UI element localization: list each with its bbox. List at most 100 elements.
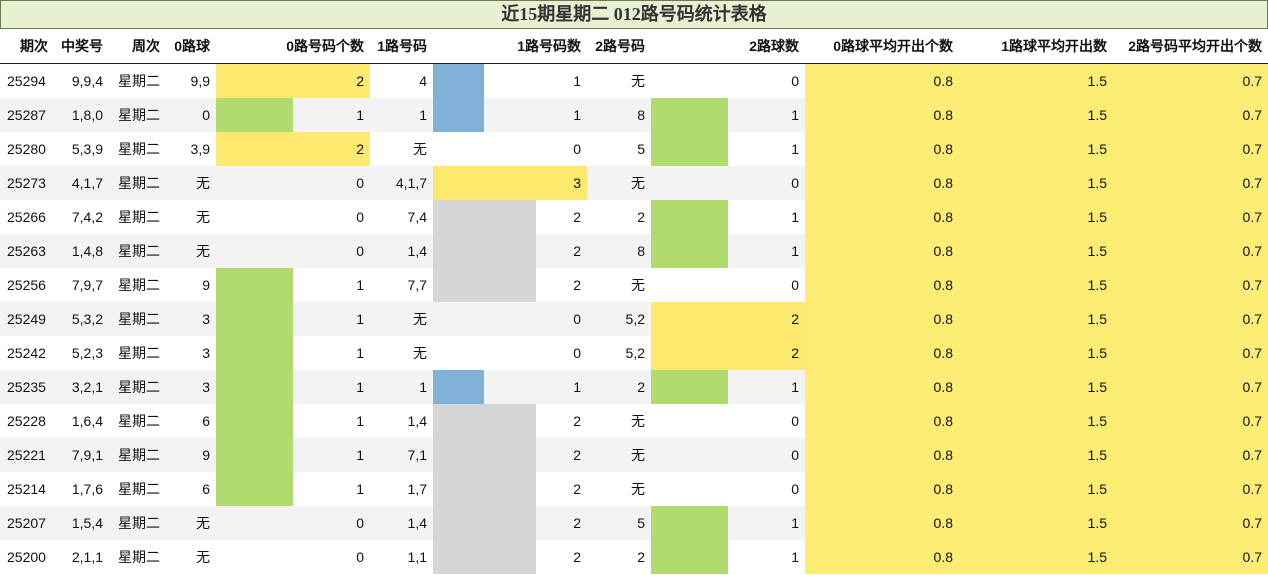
cell-weekday: 星期二 (118, 549, 160, 565)
table-row: 25273 4,1,7 星期二 无 0 4,1,7 3 无 0 0.8 1.5 0.7 (0, 166, 1268, 200)
cell-weekday: 星期二 (118, 175, 160, 191)
cell-route2-count: 0 (791, 277, 799, 293)
cell-qici: 25266 (7, 209, 46, 225)
cell-weekday: 星期二 (118, 209, 160, 225)
cell-route1-average: 1.5 (1087, 447, 1107, 463)
cell-route1-count: 1 (573, 379, 581, 395)
cell-route2-numbers: 无 (631, 73, 645, 89)
cell-route0-average: 0.8 (933, 209, 953, 225)
cell-route0-count: 0 (356, 175, 364, 191)
cell-weekday: 星期二 (118, 379, 160, 395)
table-row: 25228 1,6,4 星期二 6 1 1,4 2 无 0 0.8 1.5 0.7 (0, 404, 1268, 438)
cell-route0-balls: 无 (196, 549, 210, 565)
table-row: 25287 1,8,0 星期二 0 1 1 1 8 1 0.8 1.5 0.7 (0, 98, 1268, 132)
cell-route0-average: 0.8 (933, 141, 953, 157)
cell-winning-number: 1,4,8 (71, 243, 103, 259)
cell-weekday: 星期二 (118, 107, 160, 123)
cell-qici: 25263 (7, 243, 46, 259)
table-row: 25221 7,9,1 星期二 9 1 7,1 2 无 0 0.8 1.5 0.7 (0, 438, 1268, 472)
header-winning-number: 中奖号 (61, 38, 103, 54)
header-route2-count: 2路球数 (749, 38, 799, 54)
cell-route0-average: 0.8 (933, 379, 953, 395)
cell-weekday: 星期二 (118, 141, 160, 157)
cell-route1-count: 0 (573, 345, 581, 361)
cell-route0-balls: 6 (202, 413, 210, 429)
cell-route2-count: 0 (791, 413, 799, 429)
cell-route1-numbers: 1,4 (407, 243, 427, 259)
cell-route1-average: 1.5 (1087, 481, 1107, 497)
header-route0-average: 0路球平均开出个数 (833, 38, 953, 54)
cell-weekday: 星期二 (118, 277, 160, 293)
header-weekday: 周次 (132, 38, 160, 54)
header-route2-numbers: 2路号码 (595, 38, 645, 54)
table-row: 25256 7,9,7 星期二 9 1 7,7 2 无 0 0.8 1.5 0.7 (0, 268, 1268, 302)
cell-route0-average: 0.8 (933, 447, 953, 463)
cell-route1-average: 1.5 (1087, 209, 1107, 225)
cell-route1-count: 2 (573, 277, 581, 293)
cell-route1-numbers: 无 (413, 311, 427, 327)
cell-weekday: 星期二 (118, 447, 160, 463)
cell-winning-number: 7,9,7 (71, 277, 103, 293)
cell-route2-average: 0.7 (1242, 311, 1262, 327)
cell-route0-average: 0.8 (933, 107, 953, 123)
cell-route0-balls: 无 (196, 515, 210, 531)
cell-route1-numbers: 无 (413, 141, 427, 157)
table-row: 25235 3,2,1 星期二 3 1 1 1 2 1 0.8 1.5 0.7 (0, 370, 1268, 404)
cell-qici: 25221 (7, 447, 46, 463)
cell-qici: 25287 (7, 107, 46, 123)
table-row: 25263 1,4,8 星期二 无 0 1,4 2 8 1 0.8 1.5 0.7 (0, 234, 1268, 268)
cell-route1-average: 1.5 (1087, 141, 1107, 157)
cell-route2-count: 1 (791, 141, 799, 157)
cell-route0-average: 0.8 (933, 243, 953, 259)
cell-route2-average: 0.7 (1242, 413, 1262, 429)
cell-route1-average: 1.5 (1087, 413, 1107, 429)
cell-route2-count: 1 (791, 107, 799, 123)
cell-route1-count: 2 (573, 481, 581, 497)
cell-winning-number: 9,9,4 (71, 73, 103, 89)
cell-route0-average: 0.8 (933, 515, 953, 531)
table-row: 25242 5,2,3 星期二 3 1 无 0 5,2 2 0.8 1.5 0.7 (0, 336, 1268, 370)
cell-route2-count: 1 (791, 379, 799, 395)
cell-route2-count: 0 (791, 73, 799, 89)
cell-route2-numbers: 无 (631, 277, 645, 293)
table-body: 25294 9,9,4 星期二 9,9 2 4 1 无 0 0.8 1.5 0.7 25287 1,8,0… (0, 64, 1268, 574)
cell-route2-numbers: 8 (637, 243, 645, 259)
cell-weekday: 星期二 (118, 481, 160, 497)
cell-route2-average: 0.7 (1242, 379, 1262, 395)
cell-qici: 25273 (7, 175, 46, 191)
table-title: 近15期星期二 012路号码统计表格 (0, 0, 1268, 29)
table-row: 25214 1,7,6 星期二 6 1 1,7 2 无 0 0.8 1.5 0.7 (0, 472, 1268, 506)
cell-route0-average: 0.8 (933, 345, 953, 361)
cell-route0-count: 1 (356, 107, 364, 123)
cell-route1-numbers: 1,7 (407, 481, 427, 497)
cell-route2-average: 0.7 (1242, 107, 1262, 123)
cell-route0-average: 0.8 (933, 175, 953, 191)
cell-route0-average: 0.8 (933, 413, 953, 429)
table-row: 25294 9,9,4 星期二 9,9 2 4 1 无 0 0.8 1.5 0.7 (0, 64, 1268, 98)
cell-winning-number: 5,2,3 (71, 345, 103, 361)
cell-route2-numbers: 2 (637, 549, 645, 565)
cell-route2-average: 0.7 (1242, 515, 1262, 531)
cell-route0-balls: 6 (202, 481, 210, 497)
cell-weekday: 星期二 (118, 311, 160, 327)
cell-route1-average: 1.5 (1087, 379, 1107, 395)
cell-route2-count: 1 (791, 549, 799, 565)
cell-route0-balls: 0 (202, 107, 210, 123)
cell-winning-number: 1,7,6 (71, 481, 103, 497)
cell-route1-count: 2 (573, 209, 581, 225)
cell-route0-count: 1 (356, 379, 364, 395)
cell-route1-numbers: 1,1 (407, 549, 427, 565)
header-route2-average: 2路号码平均开出个数 (1128, 38, 1262, 54)
cell-route2-count: 2 (791, 345, 799, 361)
table-header: 期次 中奖号 周次 0路球 0路号码个数 1路号码 1路号码数 2路号码 2路球… (0, 29, 1268, 64)
cell-route1-average: 1.5 (1087, 243, 1107, 259)
cell-route1-average: 1.5 (1087, 311, 1107, 327)
cell-route2-average: 0.7 (1242, 175, 1262, 191)
cell-route2-numbers: 5 (637, 141, 645, 157)
cell-route1-average: 1.5 (1087, 107, 1107, 123)
cell-winning-number: 1,6,4 (71, 413, 103, 429)
cell-route2-count: 1 (791, 209, 799, 225)
cell-route1-numbers: 4,1,7 (395, 175, 427, 191)
cell-qici: 25228 (7, 413, 46, 429)
cell-route2-numbers: 2 (637, 209, 645, 225)
